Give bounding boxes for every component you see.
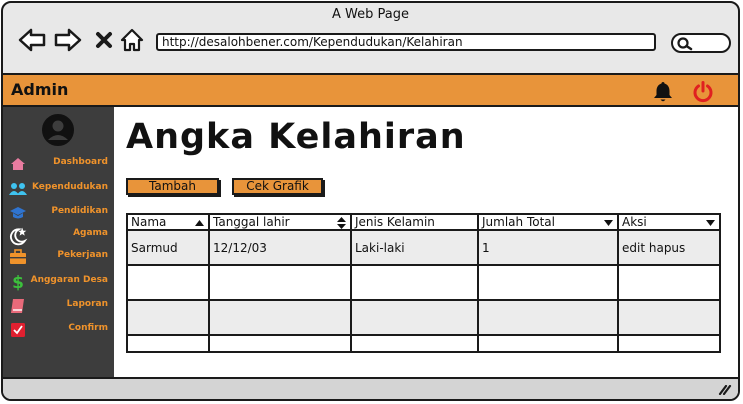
sort-both-icon — [337, 217, 346, 229]
admin-topbar: Admin — [3, 73, 738, 107]
cell-tanggal-lahir — [208, 264, 352, 301]
sort-desc-icon — [706, 220, 715, 226]
admin-title: Admin — [11, 80, 69, 99]
page-title: Angka Kelahiran — [126, 117, 466, 157]
cell-nama — [126, 334, 210, 353]
sidebar-item-pekerjaan[interactable]: Pekerjaan — [3, 247, 114, 267]
stop-button[interactable] — [93, 26, 115, 54]
sort-asc-icon — [195, 220, 204, 226]
cell-jenis-kelamin — [350, 264, 479, 301]
search-icon — [677, 37, 693, 51]
power-icon[interactable] — [691, 80, 715, 104]
column-header-jenis-kelamin[interactable]: Jenis Kelamin — [350, 213, 479, 231]
sidebar-item-dashboard[interactable]: Dashboard — [3, 154, 114, 174]
arrow-right-icon — [54, 28, 82, 52]
sidebar-item-laporan[interactable]: Laporan — [3, 296, 114, 316]
cell-jenis-kelamin: Laki-laki — [350, 229, 479, 266]
column-header-tanggal-lahir[interactable]: Tanggal lahir — [208, 213, 352, 231]
cell-jenis-kelamin — [350, 299, 479, 336]
resize-grip-icon[interactable] — [718, 385, 732, 395]
table-header-row: Nama Tanggal lahir Jenis Kelamin Jumlah … — [126, 213, 721, 231]
home-icon — [120, 28, 144, 52]
sidebar-item-label: Laporan — [66, 299, 108, 309]
cell-aksi[interactable]: edit hapus — [617, 229, 721, 266]
address-bar[interactable]: http://desalohbener.com/Kependudukan/Kel… — [156, 33, 656, 51]
main-content: Angka Kelahiran Tambah Cek Grafik Nama T… — [114, 107, 738, 377]
status-bar — [3, 377, 738, 399]
sidebar-item-label: Agama — [73, 228, 108, 238]
sidebar-item-label: Anggaran Desa — [30, 275, 108, 285]
sidebar-item-label: Pendidikan — [51, 206, 108, 216]
book-icon — [8, 297, 28, 315]
add-button[interactable]: Tambah — [126, 178, 219, 195]
close-icon — [96, 32, 112, 48]
cell-jumlah-total — [477, 299, 619, 336]
cell-jenis-kelamin — [350, 334, 479, 353]
graduation-cap-icon — [8, 204, 28, 222]
svg-text:$: $ — [12, 273, 24, 291]
bell-icon[interactable] — [651, 81, 675, 103]
cell-nama: Sarmud — [126, 229, 210, 266]
sidebar-item-label: Confirm — [68, 323, 108, 333]
forward-button[interactable] — [53, 26, 83, 54]
users-icon — [8, 180, 28, 198]
moon-star-icon — [8, 224, 28, 248]
sidebar-item-kependudukan[interactable]: Kependudukan — [3, 179, 114, 199]
sidebar-item-label: Pekerjaan — [57, 250, 108, 260]
cell-jumlah-total: 1 — [477, 229, 619, 266]
avatar-icon — [42, 114, 74, 146]
briefcase-icon — [8, 248, 28, 266]
table-row — [126, 334, 721, 353]
column-header-nama[interactable]: Nama — [126, 213, 210, 231]
dollar-icon: $ — [8, 273, 28, 291]
birth-table: Nama Tanggal lahir Jenis Kelamin Jumlah … — [126, 213, 721, 353]
sidebar-item-confirm[interactable]: Confirm — [3, 320, 114, 340]
sidebar-item-label: Kependudukan — [31, 182, 108, 192]
home-icon — [8, 155, 28, 173]
cell-jumlah-total — [477, 334, 619, 353]
back-button[interactable] — [17, 26, 47, 54]
sidebar: Dashboard Kependudukan Pendidikan Agama … — [3, 107, 114, 377]
table-row — [126, 264, 721, 301]
sidebar-item-anggaran-desa[interactable]: $ Anggaran Desa — [3, 272, 114, 292]
cell-nama — [126, 264, 210, 301]
cell-tanggal-lahir: 12/12/03 — [208, 229, 352, 266]
browser-search[interactable] — [671, 33, 731, 53]
cell-nama — [126, 299, 210, 336]
cell-tanggal-lahir — [208, 299, 352, 336]
home-button[interactable] — [119, 26, 145, 54]
chart-button[interactable]: Cek Grafik — [232, 178, 323, 195]
arrow-left-icon — [18, 28, 46, 52]
cell-tanggal-lahir — [208, 334, 352, 353]
cell-aksi — [617, 299, 721, 336]
table-row — [126, 299, 721, 336]
cell-aksi — [617, 334, 721, 353]
sidebar-item-label: Dashboard — [53, 157, 108, 167]
browser-window: A Web Page http://desalohbener.com/Kepen… — [1, 1, 740, 401]
column-header-jumlah-total[interactable]: Jumlah Total — [477, 213, 619, 231]
cell-aksi — [617, 264, 721, 301]
window-title: A Web Page — [332, 7, 409, 22]
table-row: Sarmud 12/12/03 Laki-laki 1 edit hapus — [126, 229, 721, 266]
sort-desc-icon — [604, 220, 613, 226]
cell-jumlah-total — [477, 264, 619, 301]
sidebar-item-pendidikan[interactable]: Pendidikan — [3, 203, 114, 223]
column-header-aksi[interactable]: Aksi — [617, 213, 721, 231]
checkbox-icon — [8, 321, 28, 339]
sidebar-item-agama[interactable]: Agama — [3, 223, 114, 247]
